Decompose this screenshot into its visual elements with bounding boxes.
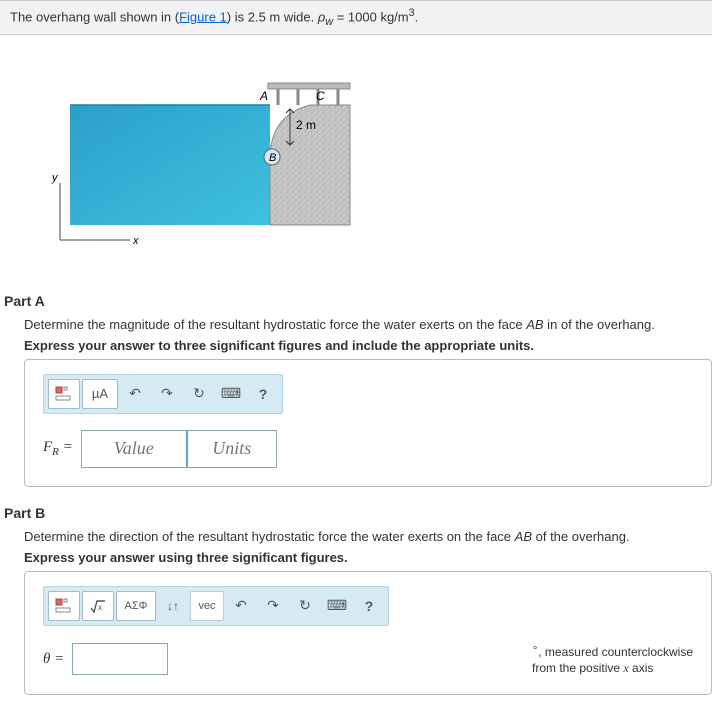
label-B: B bbox=[269, 152, 276, 164]
part-b-answer-box: x ΑΣΦ ↓↑ vec ↶ ↷ ↻ ⌨ ? θ = ∘, measured c… bbox=[24, 571, 712, 695]
value-units-pair bbox=[81, 430, 277, 468]
axis-x-label: x bbox=[132, 235, 139, 247]
ps-text-2: ) is 2.5 m wide. bbox=[227, 9, 318, 24]
dim-2m: 2 m bbox=[296, 118, 316, 132]
part-b-toolbar: x ΑΣΦ ↓↑ vec ↶ ↷ ↻ ⌨ ? bbox=[43, 586, 389, 626]
reset-icon[interactable]: ↻ bbox=[290, 592, 320, 620]
part-a-instruction: Express your answer to three significant… bbox=[24, 338, 712, 353]
label-A: A bbox=[259, 89, 268, 103]
theta-suffix: ∘, measured counterclockwise from the po… bbox=[512, 642, 693, 676]
redo-icon[interactable]: ↷ bbox=[152, 380, 182, 408]
units-button[interactable]: µA bbox=[82, 379, 118, 409]
figure-area: x y A C B 2 m bbox=[0, 35, 712, 285]
part-b-body: Determine the direction of the resultant… bbox=[24, 529, 712, 695]
part-a-question: Determine the magnitude of the resultant… bbox=[24, 317, 712, 332]
vec-button[interactable]: vec bbox=[190, 591, 224, 621]
svg-text:x: x bbox=[98, 603, 102, 612]
part-b-instruction: Express your answer using three signific… bbox=[24, 550, 712, 565]
part-a-toolbar: µA ↶ ↷ ↻ ⌨ ? bbox=[43, 374, 283, 414]
undo-icon[interactable]: ↶ bbox=[226, 592, 256, 620]
figure-link[interactable]: Figure 1 bbox=[179, 9, 227, 24]
part-b-heading: Part B bbox=[4, 505, 712, 521]
keyboard-icon[interactable]: ⌨ bbox=[322, 592, 352, 620]
sqrt-icon[interactable]: x bbox=[82, 591, 114, 621]
keyboard-icon[interactable]: ⌨ bbox=[216, 380, 246, 408]
fr-label: FR = bbox=[43, 439, 73, 458]
theta-input[interactable] bbox=[72, 643, 168, 675]
label-C: C bbox=[316, 89, 325, 103]
help-icon[interactable]: ? bbox=[354, 592, 384, 620]
figure-svg: x y A C B 2 m bbox=[40, 65, 360, 265]
ps-text-1: The overhang wall shown in ( bbox=[10, 9, 179, 24]
redo-icon[interactable]: ↷ bbox=[258, 592, 288, 620]
part-a-body: Determine the magnitude of the resultant… bbox=[24, 317, 712, 487]
part-a-heading: Part A bbox=[4, 293, 712, 309]
face-ab-a: AB bbox=[526, 317, 543, 332]
undo-icon[interactable]: ↶ bbox=[120, 380, 150, 408]
greek-button[interactable]: ΑΣΦ bbox=[116, 591, 156, 621]
axis-y-label: y bbox=[51, 172, 59, 184]
ps-period: . bbox=[415, 9, 419, 24]
theta-label: θ = bbox=[43, 651, 64, 668]
part-b-question: Determine the direction of the resultant… bbox=[24, 529, 712, 544]
help-icon[interactable]: ? bbox=[248, 380, 278, 408]
templates-icon[interactable] bbox=[48, 379, 80, 409]
part-a-answer-box: µA ↶ ↷ ↻ ⌨ ? FR = bbox=[24, 359, 712, 487]
problem-statement: The overhang wall shown in (Figure 1) is… bbox=[0, 0, 712, 35]
ps-text-3: = 1000 kg/m bbox=[333, 9, 409, 24]
part-a-answer-line: FR = bbox=[43, 430, 693, 468]
reset-icon[interactable]: ↻ bbox=[184, 380, 214, 408]
value-input[interactable] bbox=[82, 431, 186, 467]
units-input[interactable] bbox=[188, 431, 276, 467]
part-b-answer-line: θ = ∘, measured counterclockwise from th… bbox=[43, 642, 693, 676]
face-ab-b: AB bbox=[515, 529, 532, 544]
templates-icon[interactable] bbox=[48, 591, 80, 621]
rho-sub: w bbox=[325, 16, 333, 28]
updown-icon[interactable]: ↓↑ bbox=[158, 592, 188, 620]
